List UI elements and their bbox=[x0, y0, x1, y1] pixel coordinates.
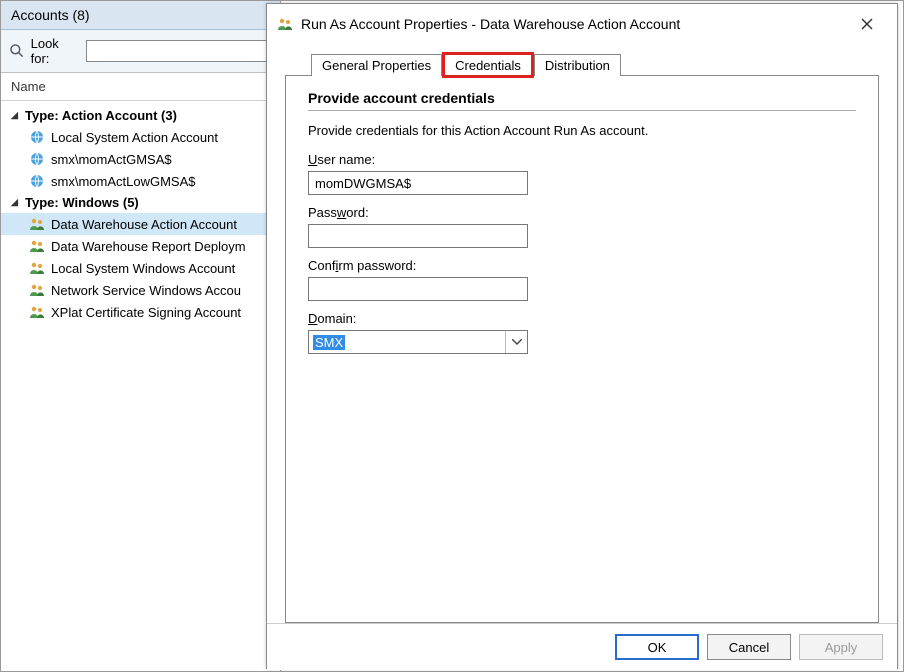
tree-item-label: Network Service Windows Accou bbox=[51, 283, 241, 298]
confirm-input[interactable] bbox=[308, 277, 528, 301]
people-icon bbox=[29, 238, 45, 254]
runas-properties-dialog: Run As Account Properties - Data Warehou… bbox=[266, 3, 898, 669]
tree-item[interactable]: XPlat Certificate Signing Account bbox=[1, 301, 280, 323]
tree-item-label: Local System Windows Account bbox=[51, 261, 235, 276]
look-for-row: Look for: bbox=[1, 30, 280, 73]
domain-label: Domain: bbox=[308, 311, 856, 326]
tree-group-header[interactable]: ◢ Type: Action Account (3) bbox=[1, 105, 280, 126]
username-label: User name: bbox=[308, 152, 856, 167]
confirm-label: Confirm password: bbox=[308, 258, 856, 273]
globe-icon bbox=[29, 173, 45, 189]
people-icon bbox=[29, 282, 45, 298]
close-button[interactable] bbox=[847, 10, 887, 38]
domain-value: SMX bbox=[313, 335, 505, 350]
tree-item[interactable]: Data Warehouse Report Deploym bbox=[1, 235, 280, 257]
column-header-name[interactable]: Name bbox=[1, 73, 280, 101]
people-icon bbox=[29, 216, 45, 232]
apply-button[interactable]: Apply bbox=[799, 634, 883, 660]
dialog-icon bbox=[277, 16, 293, 32]
tree-group-title: Type: Action Account (3) bbox=[25, 108, 177, 123]
tree-item[interactable]: smx\momActLowGMSA$ bbox=[1, 170, 280, 192]
dialog-titlebar: Run As Account Properties - Data Warehou… bbox=[267, 4, 897, 44]
tree-item-label: smx\momActGMSA$ bbox=[51, 152, 172, 167]
tree-item-label: Local System Action Account bbox=[51, 130, 218, 145]
look-for-label: Look for: bbox=[31, 36, 80, 66]
tree-item[interactable]: Data Warehouse Action Account bbox=[1, 213, 280, 235]
tab-general-properties[interactable]: General Properties bbox=[311, 54, 442, 76]
tree-item[interactable]: Network Service Windows Accou bbox=[1, 279, 280, 301]
tabstrip: General PropertiesCredentialsDistributio… bbox=[311, 54, 879, 76]
chevron-down-icon[interactable] bbox=[505, 331, 527, 353]
ok-button[interactable]: OK bbox=[615, 634, 699, 660]
credentials-tab-panel: Provide account credentials Provide cred… bbox=[285, 75, 879, 623]
cancel-button[interactable]: Cancel bbox=[707, 634, 791, 660]
tree-group-header[interactable]: ◢ Type: Windows (5) bbox=[1, 192, 280, 213]
search-input[interactable] bbox=[86, 40, 272, 62]
people-icon bbox=[29, 260, 45, 276]
panel-description: Provide credentials for this Action Acco… bbox=[308, 123, 856, 138]
username-input[interactable] bbox=[308, 171, 528, 195]
password-label: Password: bbox=[308, 205, 856, 220]
dialog-button-row: OK Cancel Apply bbox=[267, 623, 897, 670]
tree-item[interactable]: Local System Action Account bbox=[1, 126, 280, 148]
globe-icon bbox=[29, 129, 45, 145]
domain-combobox[interactable]: SMX bbox=[308, 330, 528, 354]
tree-item-label: Data Warehouse Action Account bbox=[51, 217, 237, 232]
tab-distribution[interactable]: Distribution bbox=[534, 54, 621, 76]
tree-item-label: XPlat Certificate Signing Account bbox=[51, 305, 241, 320]
search-icon bbox=[9, 43, 25, 59]
triangle-collapse-icon: ◢ bbox=[11, 110, 21, 121]
tab-credentials[interactable]: Credentials bbox=[444, 54, 532, 76]
people-icon bbox=[29, 304, 45, 320]
tree-item-label: Data Warehouse Report Deploym bbox=[51, 239, 246, 254]
globe-icon bbox=[29, 151, 45, 167]
accounts-panel: Accounts (8) Look for: Name ◢ Type: Actio… bbox=[1, 1, 281, 671]
triangle-collapse-icon: ◢ bbox=[11, 197, 21, 208]
accounts-header: Accounts (8) bbox=[1, 1, 280, 30]
tree-item[interactable]: smx\momActGMSA$ bbox=[1, 148, 280, 170]
dialog-title: Run As Account Properties - Data Warehou… bbox=[301, 16, 839, 32]
password-input[interactable] bbox=[308, 224, 528, 248]
tree-item-label: smx\momActLowGMSA$ bbox=[51, 174, 195, 189]
dialog-body: General PropertiesCredentialsDistributio… bbox=[267, 44, 897, 623]
tree-group-title: Type: Windows (5) bbox=[25, 195, 139, 210]
panel-section-title: Provide account credentials bbox=[308, 90, 856, 111]
accounts-tree: ◢ Type: Action Account (3) Local System Ac… bbox=[1, 101, 280, 327]
tree-item[interactable]: Local System Windows Account bbox=[1, 257, 280, 279]
